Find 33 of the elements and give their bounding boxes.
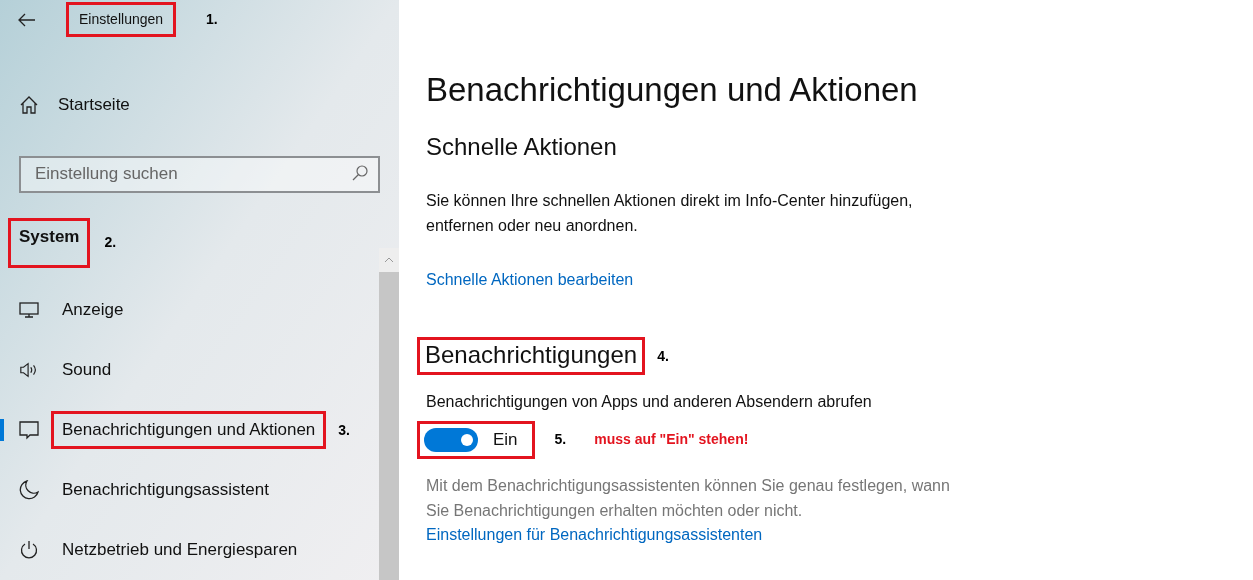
annotation-number: 1. [206, 10, 218, 30]
nav-item[interactable]: Benachrichtigungsassistent [0, 470, 280, 510]
home-icon [20, 95, 38, 114]
annotation-number: 4. [657, 346, 669, 366]
section-heading: Schnelle Aktionen [426, 132, 617, 162]
description-text: Sie können Ihre schnellen Aktionen direkt im Info-Center hinzufügen, entfernen oder neu anordnen. [426, 191, 914, 236]
speech-bubble-icon [19, 420, 39, 440]
nav-item[interactable]: Anzeige [0, 290, 135, 330]
notifications-toggle[interactable]: Ein [417, 421, 535, 459]
page-title: Benachrichtigungen und Aktionen [426, 70, 918, 110]
description-text: Mit dem Benachrichtigungsassistenten können Sie genau festlegen, wann Sie Benachrichtigungen erhalten möchten oder nicht. [426, 475, 951, 521]
speaker-icon [19, 361, 39, 379]
toggle-label: Benachrichtigungen von Apps und anderen Absendern abrufen [426, 392, 872, 412]
home-nav-item[interactable]: Startseite [0, 84, 399, 125]
annotation-number: 2. [104, 233, 117, 253]
nav-item[interactable]: Netzbetrieb und Energiesparen [0, 530, 309, 570]
nav-item[interactable]: Sound [0, 350, 123, 390]
annotation-number: 5. [554, 430, 567, 450]
edit-link[interactable]: Schnelle Aktionen bearbeiten [426, 268, 634, 292]
search-icon [352, 164, 368, 181]
search-field[interactable]: Einstellung suchen [19, 155, 380, 193]
moon-icon [19, 480, 39, 500]
assistant-settings-link[interactable]: Einstellungen für Benachrichtigungsassistenten [426, 522, 763, 547]
annotation-number: 3. [338, 420, 350, 440]
power-icon [19, 540, 39, 560]
scrollbar[interactable] [379, 248, 399, 580]
monitor-icon [19, 301, 39, 319]
annotation-note: muss auf "Ein" stehen! [594, 430, 749, 450]
scroll-up-icon[interactable] [384, 257, 394, 263]
section-heading: Benachrichtigungen [417, 337, 646, 375]
back-arrow-icon[interactable] [18, 12, 36, 27]
section-label: System [8, 217, 91, 268]
app-title: Einstellungen [66, 2, 177, 38]
